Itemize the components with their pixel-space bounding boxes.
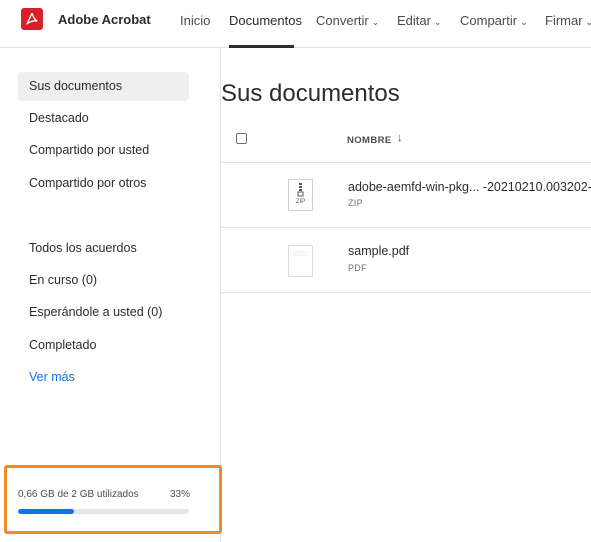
storage-progress-fill <box>18 509 75 514</box>
nav-documentos-label: Documentos <box>229 13 302 28</box>
nav-inicio-label: Inicio <box>180 13 211 28</box>
sidebar-item-en-curso[interactable]: En curso (0) <box>18 266 189 295</box>
nav-editar[interactable]: Editar ⌄ <box>397 13 442 28</box>
sidebar-item-label: Sus documentos <box>29 79 123 93</box>
sidebar-item-sus-documentos[interactable]: Sus documentos <box>18 72 189 101</box>
sidebar-item-label: Ver más <box>29 370 75 384</box>
file-type: PDF <box>348 263 367 273</box>
sidebar-item-label: Todos los acuerdos <box>29 241 137 255</box>
acrobat-logo-icon[interactable] <box>21 8 43 30</box>
top-navigation-bar: Adobe Acrobat Inicio Documentos Converti… <box>0 0 591 48</box>
nav-firmar[interactable]: Firmar ⌄ <box>545 13 591 28</box>
file-name[interactable]: adobe-aemfd-win-pkg... -20210210.003202-… <box>348 180 591 194</box>
chevron-down-icon: ⌄ <box>520 17 528 27</box>
sidebar-item-compartido-por-otros[interactable]: Compartido por otros <box>18 169 189 198</box>
app-brand[interactable]: Adobe Acrobat <box>58 12 151 27</box>
sidebar-item-completado[interactable]: Completado <box>18 331 189 360</box>
nav-convertir-label: Convertir <box>316 13 369 28</box>
zip-thumb-label: ZIP <box>295 199 306 205</box>
sidebar-link-ver-mas[interactable]: Ver más <box>18 363 189 392</box>
sidebar-item-label: Esperándole a usted (0) <box>29 305 163 319</box>
nav-convertir[interactable]: Convertir ⌄ <box>316 13 379 28</box>
row-divider <box>221 292 591 293</box>
zip-file-icon: ZIP <box>288 179 313 211</box>
select-all-checkbox[interactable] <box>236 133 247 144</box>
storage-progress-bar <box>18 509 189 514</box>
table-row[interactable]: sample.pdf PDF <box>221 227 591 292</box>
nav-documentos[interactable]: Documentos <box>229 13 302 28</box>
chevron-down-icon: ⌄ <box>433 17 442 27</box>
storage-usage-text: 0,66 GB de 2 GB utilizados <box>18 489 139 500</box>
nav-compartir-label: Compartir <box>460 13 518 28</box>
file-name[interactable]: sample.pdf <box>348 244 409 258</box>
active-tab-indicator <box>229 45 294 48</box>
sidebar-item-label: Destacado <box>29 111 89 125</box>
nav-firmar-label: Firmar <box>545 13 583 28</box>
storage-usage-percent: 33% <box>170 489 191 500</box>
file-type: ZIP <box>348 198 363 208</box>
sidebar-item-esperandole[interactable]: Esperándole a usted (0) <box>18 298 189 327</box>
chevron-down-icon: ⌄ <box>371 17 380 27</box>
nav-compartir[interactable]: Compartir ⌄ <box>460 13 528 28</box>
nav-inicio[interactable]: Inicio <box>180 13 210 28</box>
sidebar-item-label: En curso (0) <box>29 273 98 287</box>
nav-editar-label: Editar <box>397 13 431 28</box>
pdf-file-icon <box>288 245 313 277</box>
chevron-down-icon: ⌄ <box>585 17 591 27</box>
sidebar-item-compartido-por-usted[interactable]: Compartido por usted <box>18 136 189 165</box>
sort-arrow-down-icon[interactable]: ↓ <box>397 132 403 144</box>
column-header-nombre[interactable]: NOMBRE <box>347 135 392 146</box>
table-row[interactable]: ZIP adobe-aemfd-win-pkg... -20210210.003… <box>221 162 591 227</box>
sidebar-item-destacado[interactable]: Destacado <box>18 104 189 133</box>
page-title: Sus documentos <box>221 80 400 107</box>
sidebar-item-label: Compartido por usted <box>29 143 150 157</box>
sidebar-item-label: Compartido por otros <box>29 176 147 190</box>
sidebar-item-todos-los-acuerdos[interactable]: Todos los acuerdos <box>18 234 189 263</box>
sidebar-item-label: Completado <box>29 338 97 352</box>
